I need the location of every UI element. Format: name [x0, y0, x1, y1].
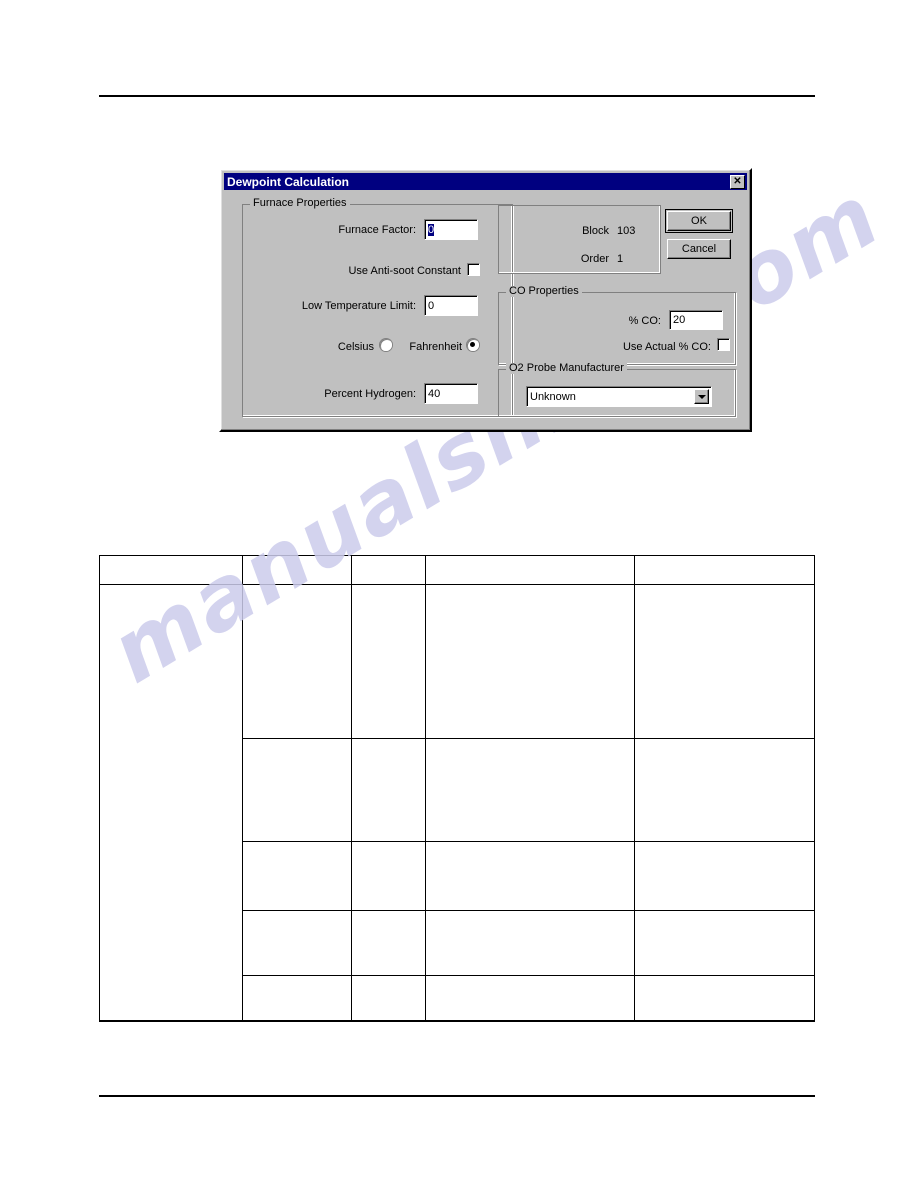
table-row-divider-5 [242, 975, 815, 976]
percent-co-input[interactable]: 20 [669, 310, 723, 330]
celsius-label: Celsius [337, 341, 374, 353]
anti-soot-label: Use Anti-soot Constant [348, 265, 461, 277]
header-rule [99, 95, 815, 97]
table-column-divider-2 [351, 555, 352, 1021]
order-value: 1 [617, 253, 624, 265]
dialog-title-bar[interactable]: Dewpoint Calculation ✕ [224, 173, 747, 190]
o2-probe-selected-value: Unknown [530, 390, 576, 403]
use-actual-co-checkbox[interactable] [717, 338, 730, 351]
percent-hydrogen-input[interactable]: 40 [424, 383, 478, 404]
percent-co-value: 20 [673, 314, 686, 326]
table-column-divider-1 [242, 555, 243, 1021]
percent-hydrogen-value: 40 [428, 387, 441, 400]
block-value: 103 [617, 225, 636, 237]
anti-soot-checkbox[interactable] [467, 263, 480, 276]
table-row-divider-1 [99, 584, 815, 585]
order-label: Order [580, 253, 609, 265]
table-column-divider-3 [425, 555, 426, 1021]
chevron-down-glyph [697, 394, 706, 399]
footer-rule [99, 1095, 815, 1097]
dialog-title: Dewpoint Calculation [227, 174, 350, 189]
use-actual-co-label: Use Actual % CO: [622, 341, 711, 353]
table-outer-border [99, 555, 815, 1021]
fahrenheit-radio[interactable] [467, 339, 479, 351]
cancel-button[interactable]: Cancel [667, 239, 731, 259]
fahrenheit-label: Fahrenheit [409, 341, 462, 353]
co-properties-legend: CO Properties [506, 286, 582, 297]
ok-button[interactable]: OK [665, 209, 733, 233]
content-table [99, 555, 815, 1022]
low-temp-limit-label: Low Temperature Limit: [301, 300, 416, 312]
chevron-down-icon[interactable] [694, 389, 709, 404]
o2-probe-manufacturer-legend: O2 Probe Manufacturer [506, 363, 627, 374]
percent-co-label: % CO: [628, 315, 661, 327]
table-row-divider-2 [242, 738, 815, 739]
table-column-divider-4 [634, 555, 635, 1021]
celsius-radio[interactable] [380, 339, 392, 351]
block-label: Block [582, 225, 609, 237]
furnace-factor-value: 0 [428, 223, 435, 236]
furnace-factor-label: Furnace Factor: [338, 224, 416, 236]
close-icon[interactable]: ✕ [730, 174, 745, 189]
dewpoint-calculation-dialog: Dewpoint Calculation ✕ Furnace Propertie… [219, 168, 752, 432]
table-row-divider-3 [242, 841, 815, 842]
low-temp-limit-value: 0 [428, 299, 435, 312]
document-page: manualshive.com Dewpoint Calculation ✕ F… [0, 0, 918, 1188]
o2-probe-dropdown[interactable]: Unknown [526, 386, 712, 407]
furnace-properties-legend: Furnace Properties [250, 198, 350, 209]
block-order-panel: Block 103 Order 1 [498, 205, 661, 274]
furnace-factor-input[interactable]: 0 [424, 219, 478, 240]
table-row-divider-4 [242, 910, 815, 911]
table-bottom-border [99, 1020, 815, 1022]
low-temp-limit-input[interactable]: 0 [424, 295, 478, 316]
percent-hydrogen-label: Percent Hydrogen: [324, 388, 416, 400]
